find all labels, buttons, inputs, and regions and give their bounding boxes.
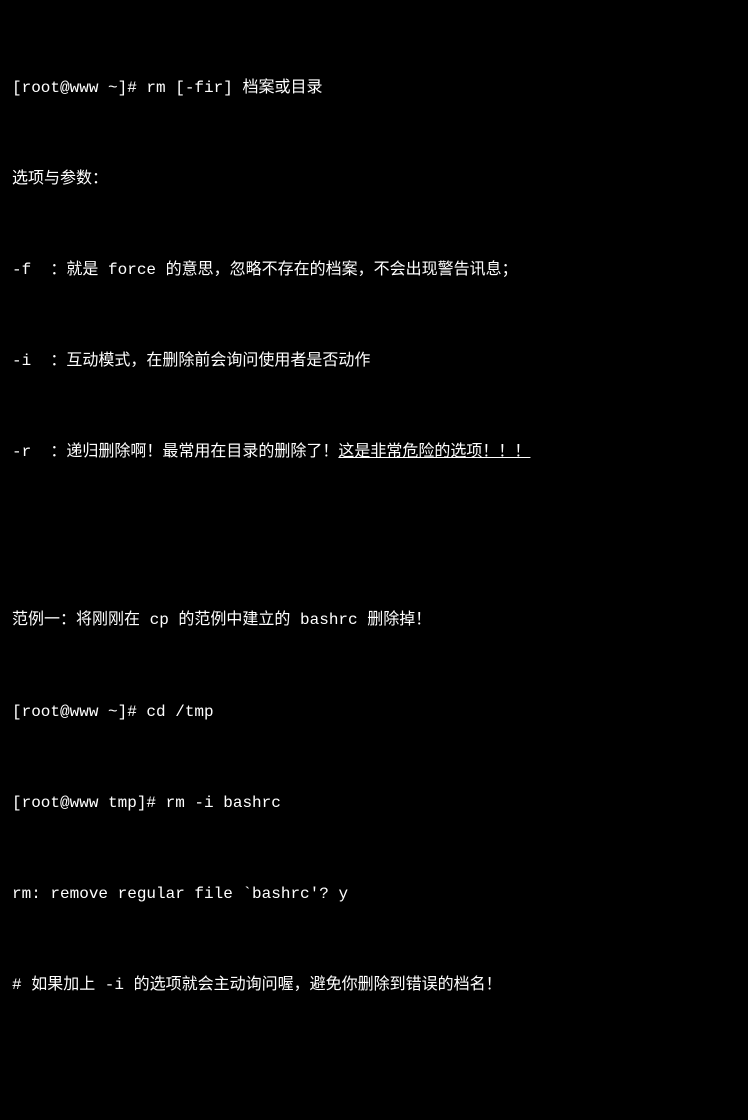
option-r: -r ：递归删除啊！最常用在目录的删除了！这是非常危险的选项！！！: [12, 437, 736, 467]
example1-title: 范例一：将刚刚在 cp 的范例中建立的 bashrc 删除掉！: [12, 605, 736, 635]
syntax-line: [root@www ~]# rm [-fir] 档案或目录: [12, 73, 736, 103]
example1-output: rm: remove regular file `bashrc'? y: [12, 879, 736, 909]
prompt: [root@www tmp]#: [12, 794, 166, 812]
command-text: cd /tmp: [146, 703, 213, 721]
warning-text: 这是非常危险的选项！！！: [338, 443, 530, 461]
blank-line: [12, 1061, 736, 1077]
option-i: -i ：互动模式，在删除前会询问使用者是否动作: [12, 346, 736, 376]
prompt: [root@www ~]#: [12, 79, 146, 97]
example1-cmd1: [root@www ~]# cd /tmp: [12, 697, 736, 727]
terminal-output: [root@www ~]# rm [-fir] 档案或目录 选项与参数： -f …: [12, 12, 736, 1120]
command-text: rm [-fir] 档案或目录: [146, 79, 322, 97]
options-header: 选项与参数：: [12, 164, 736, 194]
option-f: -f ：就是 force 的意思，忽略不存在的档案，不会出现警告讯息；: [12, 255, 736, 285]
prompt: [root@www ~]#: [12, 703, 146, 721]
command-text: rm -i bashrc: [166, 794, 281, 812]
example1-note: # 如果加上 -i 的选项就会主动询问喔，避免你删除到错误的档名！: [12, 970, 736, 1000]
blank-line: [12, 529, 736, 545]
example1-cmd2: [root@www tmp]# rm -i bashrc: [12, 788, 736, 818]
option-r-text: -r ：递归删除啊！最常用在目录的删除了！: [12, 443, 338, 461]
